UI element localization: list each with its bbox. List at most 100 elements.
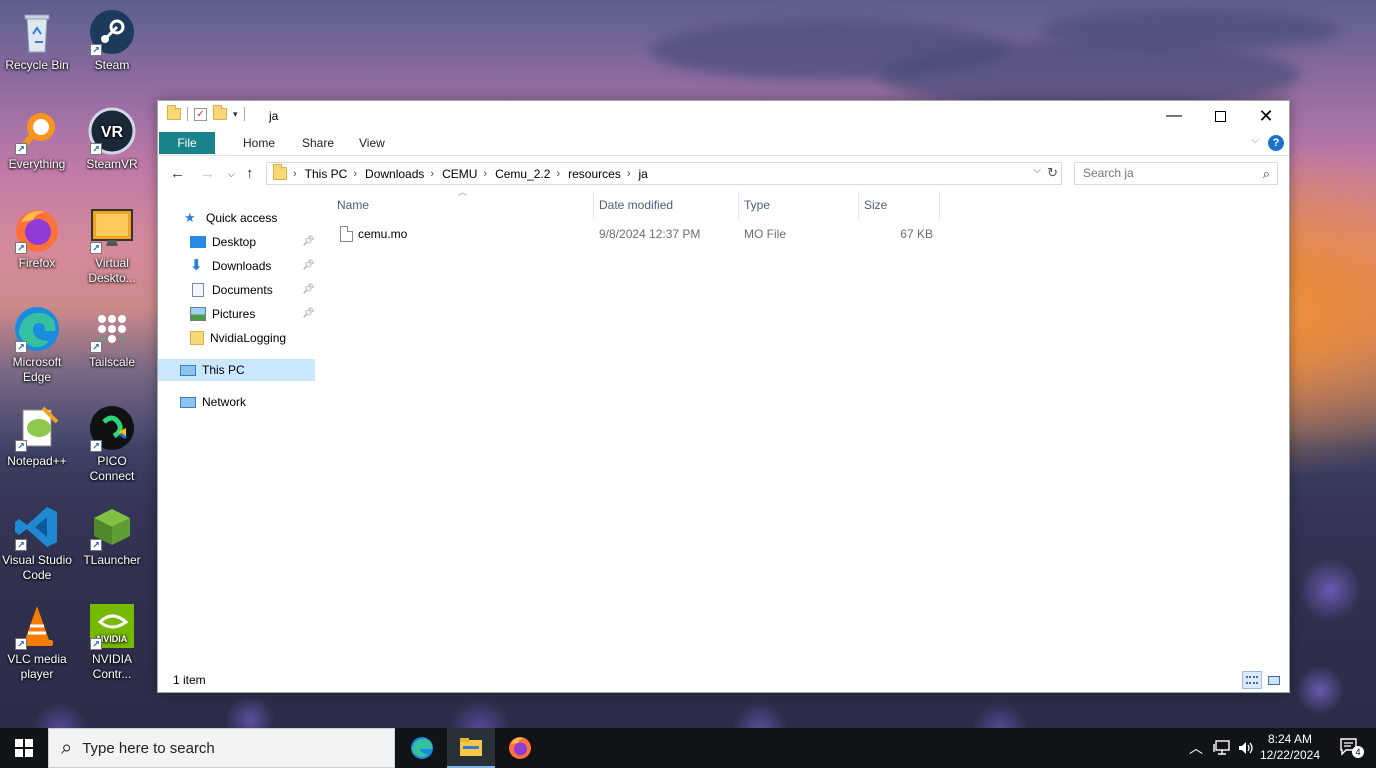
properties-checkbox-icon[interactable]: ✓	[194, 107, 207, 121]
pictures-icon	[190, 307, 206, 321]
desktop-icon-vlc[interactable]: ↗ VLC media player	[0, 602, 74, 682]
wallpaper-cloud	[1040, 10, 1340, 50]
shortcut-arrow-icon: ↗	[90, 143, 102, 155]
nav-pictures[interactable]: Pictures 📌︎	[190, 303, 350, 325]
desktop-icon-label: Everything	[8, 157, 66, 171]
refresh-icon[interactable]: ↻	[1047, 165, 1058, 181]
clock[interactable]: 8:24 AM 12/22/2024	[1260, 731, 1320, 763]
pin-icon: 📌︎	[302, 236, 315, 247]
nav-nvidialogging[interactable]: NvidiaLogging	[190, 327, 286, 349]
column-header-size[interactable]: Size	[864, 194, 887, 216]
desktop-icon-label: Recycle Bin	[5, 58, 69, 72]
nav-documents[interactable]: Documents 📌︎	[190, 279, 350, 301]
desktop-icon-tailscale[interactable]: ↗ Tailscale	[75, 305, 149, 370]
back-arrow-icon[interactable]: ←	[170, 165, 185, 182]
column-separator[interactable]	[858, 191, 859, 219]
minimize-button[interactable]: —	[1151, 101, 1197, 131]
tab-share[interactable]: Share	[288, 132, 348, 154]
toolbar-separator	[243, 107, 245, 121]
expand-ribbon-icon[interactable]: ⌵	[1251, 135, 1259, 146]
shortcut-arrow-icon: ↗	[90, 638, 102, 650]
taskbar-search-placeholder: Type here to search	[82, 739, 215, 757]
taskbar-edge[interactable]	[398, 728, 446, 768]
action-center-button[interactable]: 4	[1340, 738, 1364, 758]
shortcut-arrow-icon: ↗	[15, 440, 27, 452]
chevron-right-icon: ›	[483, 167, 488, 180]
desktop-icon-recycle-bin[interactable]: Recycle Bin	[0, 8, 74, 73]
column-separator[interactable]	[593, 191, 594, 219]
desktop-icon-firefox[interactable]: ↗ Firefox	[0, 206, 74, 271]
show-hidden-icons-button[interactable]: ︿	[1189, 728, 1203, 768]
column-separator[interactable]	[939, 191, 940, 219]
sort-ascending-icon: ︿	[458, 187, 468, 197]
taskbar-firefox[interactable]	[496, 728, 544, 768]
start-button[interactable]	[0, 728, 48, 768]
breadcrumb-cemu-2-2[interactable]: › Cemu_2.2	[483, 167, 550, 181]
network-status-button[interactable]	[1213, 728, 1231, 768]
desktop-icon-microsoft-edge[interactable]: ↗ Microsoft Edge	[0, 305, 74, 385]
nav-label: Downloads	[212, 259, 272, 273]
clock-date: 12/22/2024	[1259, 748, 1320, 762]
column-header-date-modified[interactable]: Date modified	[599, 194, 673, 216]
breadcrumb-downloads[interactable]: › Downloads	[353, 167, 424, 181]
nav-network[interactable]: Network	[180, 391, 246, 413]
shortcut-arrow-icon: ↗	[15, 143, 27, 155]
column-header-type[interactable]: Type	[744, 194, 770, 216]
breadcrumb-ja[interactable]: › ja	[627, 167, 648, 181]
breadcrumb-this-pc[interactable]: › This PC	[293, 167, 347, 181]
column-header-name[interactable]: Name	[337, 194, 369, 216]
nav-this-pc[interactable]: This PC	[158, 359, 315, 381]
desktop-icon-tlauncher[interactable]: ↗ TLauncher	[75, 503, 149, 568]
desktop-icon-label: Visual Studio Code	[2, 553, 72, 582]
forward-arrow-icon[interactable]: →	[200, 165, 215, 182]
tab-view[interactable]: View	[345, 132, 399, 154]
desktop-icon-label: VLC media player	[7, 652, 67, 681]
volume-button[interactable]	[1237, 728, 1255, 768]
up-arrow-icon[interactable]: ↑	[246, 165, 254, 182]
details-view-button[interactable]	[1242, 671, 1262, 689]
desktop-icon-virtual-desktop[interactable]: ↗ Virtual Deskto...	[75, 206, 149, 286]
desktop-icon-label: Tailscale	[88, 355, 136, 369]
speaker-icon	[1239, 742, 1253, 754]
breadcrumb-cemu[interactable]: › CEMU	[430, 167, 477, 181]
search-icon: ⌕	[61, 736, 73, 759]
new-folder-icon[interactable]	[213, 105, 227, 120]
shortcut-arrow-icon: ↗	[15, 539, 27, 551]
file-row[interactable]: cemu.mo 9/8/2024 12:37 PM MO File 67 KB	[328, 223, 1108, 245]
taskbar-file-explorer[interactable]	[447, 728, 495, 768]
customize-qat-dropdown-icon[interactable]: ▾	[233, 109, 238, 120]
close-button[interactable]: ✕	[1243, 101, 1289, 131]
desktop-icon-everything[interactable]: ↗ Everything	[0, 107, 74, 172]
clock-time: 8:24 AM	[1267, 732, 1312, 746]
nav-label: Pictures	[212, 307, 256, 321]
search-icon: ⌕	[1262, 166, 1270, 181]
taskbar-search-box[interactable]: ⌕ Type here to search	[48, 728, 395, 768]
column-separator[interactable]	[738, 191, 739, 219]
desktop-icon-visual-studio-code[interactable]: ↗ Visual Studio Code	[0, 503, 74, 583]
address-dropdown-icon[interactable]: ⌵	[1033, 165, 1041, 176]
desktop-icon-steam[interactable]: ↗ Steam	[75, 8, 149, 73]
tab-home[interactable]: Home	[229, 132, 289, 154]
desktop-icon-notepad-plus-plus[interactable]: ↗ Notepad++	[0, 404, 74, 469]
desktop-icon-pico-connect[interactable]: ↗ PICO Connect	[75, 404, 149, 484]
chevron-right-icon: ›	[430, 167, 435, 180]
title-bar[interactable]: ✓ ▾ ja — ✕	[158, 101, 1289, 131]
tlauncher-icon: ↗	[88, 503, 136, 551]
nav-downloads[interactable]: ⬇ Downloads 📌︎	[190, 255, 350, 277]
file-name: cemu.mo	[358, 227, 408, 241]
large-icons-view-button[interactable]	[1264, 671, 1284, 689]
recent-locations-dropdown-icon[interactable]: ⌵	[228, 169, 235, 180]
tab-file[interactable]: File	[159, 132, 215, 154]
help-icon[interactable]: ?	[1268, 135, 1284, 151]
nav-desktop[interactable]: Desktop 📌︎	[190, 231, 350, 253]
nav-quick-access[interactable]: ★ Quick access	[184, 207, 277, 229]
navigation-pane: ★ Quick access Desktop 📌︎ ⬇ Downloads 📌︎…	[158, 191, 318, 670]
address-bar[interactable]: › This PC › Downloads › CEMU › Cemu_2.2 › res…	[266, 162, 1062, 185]
desktop-icon-nvidia[interactable]: NVIDIA ↗ NVIDIA Contr...	[75, 602, 149, 682]
maximize-button[interactable]	[1197, 101, 1243, 131]
desktop-icon-steamvr[interactable]: VR ↗ SteamVR	[75, 107, 149, 172]
nav-label: Desktop	[212, 235, 257, 249]
search-box[interactable]: Search ja ⌕	[1074, 162, 1278, 185]
breadcrumb-resources[interactable]: › resources	[556, 167, 620, 181]
search-placeholder: Search ja	[1083, 166, 1134, 180]
